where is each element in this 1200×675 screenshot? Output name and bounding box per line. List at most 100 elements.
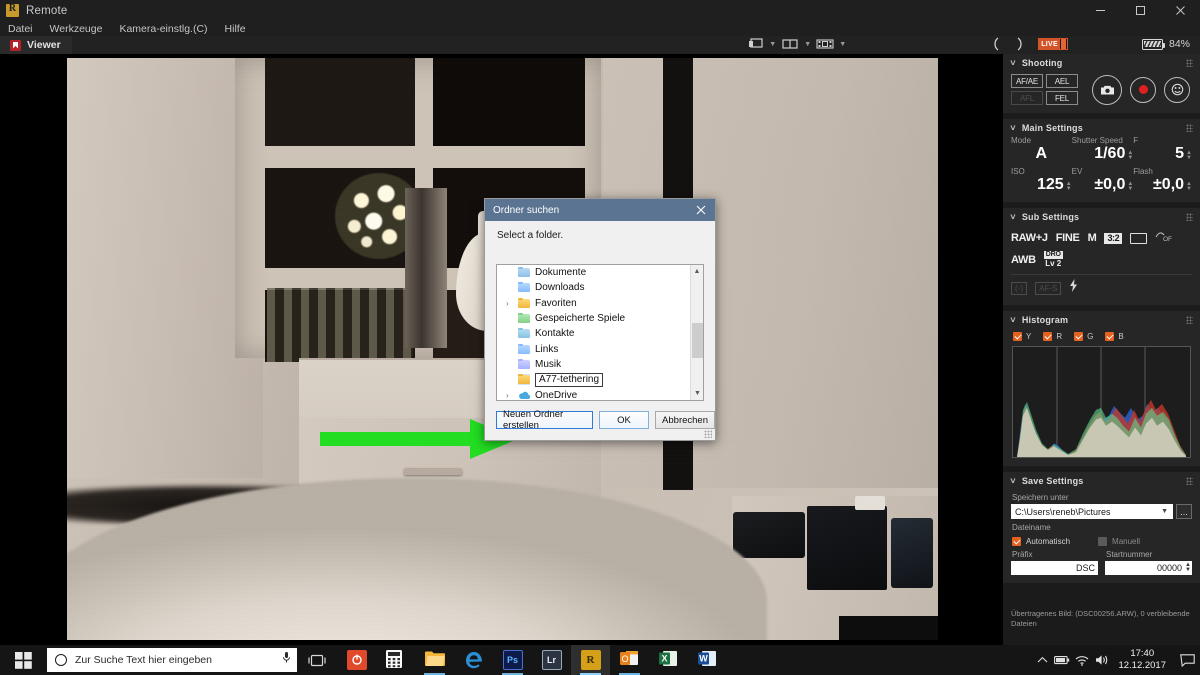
af-ae-button[interactable]: AF/AE [1011, 74, 1043, 88]
scroll-up-icon[interactable]: ▲ [691, 265, 703, 278]
histogram-channel-g[interactable]: G [1074, 332, 1093, 341]
menu-hilfe[interactable]: Hilfe [225, 23, 246, 35]
task-view-button[interactable] [297, 645, 337, 675]
filmstrip-caret-icon[interactable]: ▼ [837, 35, 848, 53]
raw-jpeg-value[interactable]: RAW+J [1011, 232, 1048, 244]
panel-histogram-header[interactable]: ∨ Histogram [1003, 311, 1200, 328]
ael-button[interactable]: AEL [1046, 74, 1078, 88]
new-folder-button[interactable]: Neuen Ordner erstellen [496, 411, 593, 429]
list-item[interactable]: › Musik [497, 357, 703, 372]
taskbar-clock[interactable]: 17:40 12.12.2017 [1118, 648, 1166, 672]
startnumber-input[interactable]: 00000 ▲▼ [1105, 561, 1192, 575]
prefix-input[interactable]: DSC [1011, 561, 1098, 575]
checkbox-icon[interactable] [1012, 537, 1021, 546]
taskbar-photoshop[interactable]: Ps [493, 645, 532, 675]
taskbar-calculator[interactable] [376, 645, 415, 675]
taskbar-outlook[interactable]: O [610, 645, 649, 675]
quality-value[interactable]: FINE [1056, 232, 1080, 244]
fel-button[interactable]: FEL [1046, 91, 1078, 105]
folder-tree-scrollbar[interactable]: ▲ ▼ [690, 265, 703, 400]
flash-value-wrap[interactable]: ±0,0 ▲▼ [1133, 176, 1192, 194]
scroll-down-icon[interactable]: ▼ [691, 387, 704, 400]
filename-manual-option[interactable]: Manuell [1098, 537, 1140, 546]
taskbar-sony-imaging-edge[interactable] [337, 645, 376, 675]
close-button[interactable] [1160, 0, 1200, 21]
capture-button[interactable] [1092, 75, 1122, 105]
layout-split-caret-icon[interactable]: ▼ [802, 35, 813, 53]
startnumber-stepper[interactable]: ▲▼ [1185, 563, 1191, 573]
histogram-channel-r[interactable]: R [1043, 332, 1062, 341]
panel-save-settings-header[interactable]: ∨ Save Settings [1003, 472, 1200, 489]
aperture-value-wrap[interactable]: 5 ▲▼ [1133, 145, 1192, 163]
panel-grip-icon[interactable] [1186, 477, 1193, 485]
panel-grip-icon[interactable] [1186, 316, 1193, 324]
list-item[interactable]: › Downloads [497, 280, 703, 295]
search-input[interactable]: Zur Suche Text hier eingeben [75, 654, 282, 666]
save-path-combobox[interactable]: C:\Users\reneb\Pictures ▼ [1011, 504, 1173, 519]
browse-folder-button[interactable]: ... [1176, 504, 1192, 519]
taskbar-remote-app[interactable]: R [571, 645, 610, 675]
ev-value-wrap[interactable]: ±0,0 ▲▼ [1072, 176, 1134, 194]
filename-auto-option[interactable]: Automatisch [1012, 537, 1070, 546]
list-item[interactable]: › OneDrive [497, 387, 703, 401]
dialog-resize-grip[interactable] [704, 430, 712, 438]
off-flash-icon[interactable]: OFF [1155, 229, 1172, 247]
maximize-button[interactable] [1120, 0, 1160, 21]
action-center-button[interactable] [1174, 645, 1200, 675]
checkbox-icon[interactable] [1098, 537, 1107, 546]
cancel-button[interactable]: Abbrechen [655, 411, 715, 429]
start-button[interactable] [0, 645, 46, 675]
layout-single-caret-icon[interactable]: ▼ [767, 35, 778, 53]
white-balance-value[interactable]: AWB [1011, 254, 1036, 266]
expand-chevron-icon[interactable]: › [506, 299, 518, 308]
taskbar-microsoft-edge[interactable] [454, 645, 493, 675]
shutter-speed-value-wrap[interactable]: 1/60 ▲▼ [1072, 145, 1134, 163]
ok-button[interactable]: OK [599, 411, 649, 429]
list-item[interactable]: › Kontakte [497, 326, 703, 341]
panel-shooting-header[interactable]: ∨ Shooting [1003, 54, 1200, 71]
folder-rename-input[interactable]: A77-tethering [535, 373, 603, 387]
taskbar-lightroom[interactable]: Lr [532, 645, 571, 675]
checkbox-icon[interactable] [1043, 332, 1052, 341]
checkbox-icon[interactable] [1105, 332, 1114, 341]
panel-grip-icon[interactable] [1186, 213, 1193, 221]
menu-kamera-einstellungen[interactable]: Kamera-einstlg.(C) [119, 23, 207, 35]
frame-icon[interactable] [1130, 233, 1147, 244]
volume-icon[interactable] [1092, 645, 1112, 675]
dro-control[interactable]: DRO Lv 2 [1044, 251, 1063, 268]
checkbox-icon[interactable] [1074, 332, 1083, 341]
histogram-channel-b[interactable]: B [1105, 332, 1123, 341]
tab-viewer[interactable]: Viewer [0, 36, 72, 54]
chevron-down-icon[interactable]: ▼ [1161, 508, 1168, 515]
aspect-ratio-value[interactable]: 3:2 [1104, 233, 1122, 244]
wifi-icon[interactable] [1072, 645, 1092, 675]
menu-datei[interactable]: Datei [8, 23, 33, 35]
panel-grip-icon[interactable] [1186, 124, 1193, 132]
focus-magnify-button[interactable] [1164, 77, 1190, 103]
taskbar-word[interactable]: W [688, 645, 727, 675]
list-item[interactable]: › Dokumente [497, 265, 703, 280]
show-hidden-icons-icon[interactable] [1032, 645, 1052, 675]
filmstrip-icon[interactable] [813, 35, 837, 53]
histogram-channel-y[interactable]: Y [1013, 332, 1031, 341]
search-box[interactable]: Zur Suche Text hier eingeben [47, 648, 297, 672]
expand-chevron-icon[interactable]: › [506, 391, 518, 400]
battery-icon[interactable] [1052, 645, 1072, 675]
iso-value-wrap[interactable]: 125 ▲▼ [1011, 176, 1072, 194]
aperture-stepper[interactable]: ▲▼ [1186, 151, 1192, 161]
scrollbar-thumb[interactable] [692, 323, 703, 358]
minimize-button[interactable] [1080, 0, 1120, 21]
metering-value[interactable]: M [1088, 232, 1097, 244]
list-item[interactable]: › Favoriten [497, 296, 703, 311]
folder-tree[interactable]: › Dokumente › Downloads › Favoriten [496, 264, 704, 401]
mode-value[interactable]: A [1011, 145, 1072, 163]
list-item[interactable]: › Links [497, 341, 703, 356]
panel-sub-settings-header[interactable]: ∨ Sub Settings [1003, 208, 1200, 225]
taskbar-excel[interactable]: X [649, 645, 688, 675]
layout-single-icon[interactable] [743, 35, 767, 53]
dialog-close-button[interactable] [687, 199, 715, 221]
menu-werkzeuge[interactable]: Werkzeuge [50, 23, 103, 35]
panel-grip-icon[interactable] [1186, 59, 1193, 67]
list-item[interactable]: › Gespeicherte Spiele [497, 311, 703, 326]
panel-main-settings-header[interactable]: ∨ Main Settings [1003, 119, 1200, 136]
